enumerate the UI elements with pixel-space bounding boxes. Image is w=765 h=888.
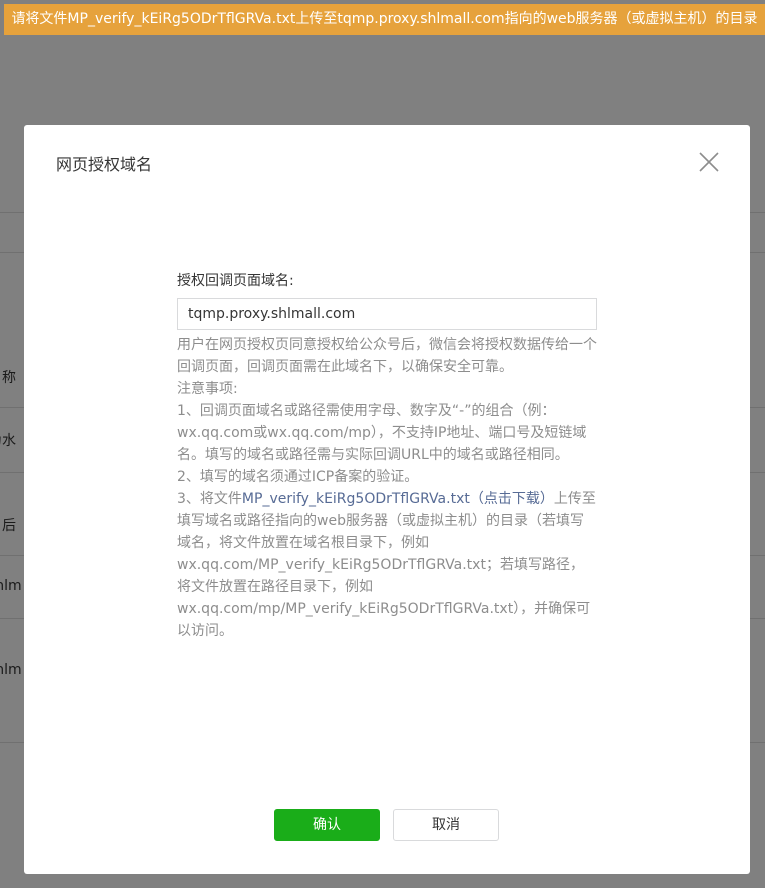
top-notice-bar: 请将文件MP_verify_kEiRg5ODrTflGRVa.txt上传至tqm… [4,4,765,35]
help-description: 用户在网页授权页同意授权给公众号后，微信会将授权数据传给一个回调页面，回调页面需… [177,337,597,375]
bg-row-label: 为水 [0,433,16,449]
note-item: 2、填写的域名须通过ICP备案的验证。 [177,469,419,485]
note3-suffix: 上传至填写域名或路径指向的web服务器（或虚拟主机）的目录（若填写域名，将文件放… [177,491,596,639]
domain-form: 授权回调页面域名: 用户在网页授权页同意授权给公众号后，微信会将授权数据传给一个… [177,271,597,642]
bg-row-label: shlm [0,578,22,594]
note-item: 3、将文件MP_verify_kEiRg5ODrTflGRVa.txt（点击下载… [177,488,597,642]
close-button[interactable] [694,147,724,177]
note3-prefix: 3、将文件 [177,491,242,507]
domain-input[interactable] [177,298,597,330]
close-icon [699,152,719,172]
oauth-domain-dialog: 网页授权域名 授权回调页面域名: 用户在网页授权页同意授权给公众号后，微信会将授… [24,125,750,874]
notes-title: 注意事项: [177,381,238,397]
bg-row-label: 名称 [0,370,16,386]
dialog-title: 网页授权域名 [56,155,153,174]
help-text: 用户在网页授权页同意授权给公众号后，微信会将授权数据传给一个回调页面，回调页面需… [177,334,597,642]
bg-row-label: shlm [0,662,22,678]
cancel-button[interactable]: 取消 [393,809,499,841]
note-item: 1、回调页面域名或路径需使用字母、数字及“-”的组合（例：wx.qq.com或w… [177,403,587,463]
download-verify-file-link[interactable]: MP_verify_kEiRg5ODrTflGRVa.txt（点击下载） [242,491,554,507]
confirm-button[interactable]: 确认 [274,809,380,841]
bg-row-label: 名后 [0,518,16,534]
domain-field-label: 授权回调页面域名: [177,273,294,289]
